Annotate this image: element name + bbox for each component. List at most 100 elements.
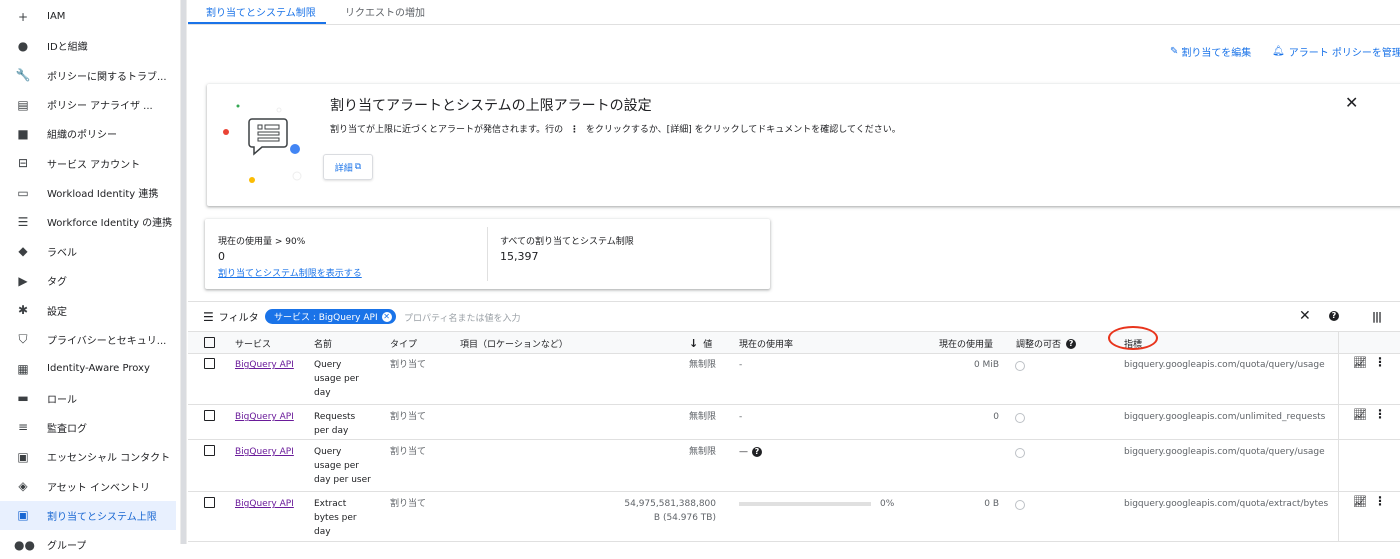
monitoring-chart-icon[interactable]: 📈︎: [1353, 495, 1367, 508]
service-link[interactable]: BigQuery API: [235, 410, 294, 424]
sidebar-item[interactable]: ◈ アセット インベントリ: [0, 472, 176, 501]
sidebar-item[interactable]: ▤ ポリシー アナライザ ...: [0, 90, 176, 119]
table-row: BigQuery API Query usage per day per user 割り…: [188, 439, 1400, 492]
filter-input[interactable]: プロパティ名または値を入力: [404, 311, 520, 324]
sidebar-item-label: 割り当てとシステム上限: [47, 511, 157, 523]
adjustable-indicator: [1015, 500, 1025, 510]
arrow-downward-icon: ↓: [689, 337, 699, 350]
sidebar-item[interactable]: ▣ エッセンシャル コンタクト: [0, 442, 176, 471]
quota-value: 無制限: [688, 447, 716, 457]
tab-quotas-system-limits[interactable]: 割り当てとシステム制限: [206, 4, 316, 19]
person-add-icon: +: [17, 9, 29, 24]
banner-title: 割り当てアラートとシステムの上限アラートの設定: [330, 98, 652, 114]
quota-value: 無制限: [688, 412, 716, 422]
metric-name: bigquery.googleapis.com/quota/query/usag…: [1124, 360, 1325, 370]
sidebar-scrollbar-thumb[interactable]: [181, 0, 186, 544]
sidebar-item[interactable]: ▣ 割り当てとシステム上限: [0, 500, 176, 530]
bell-alert-icon: 🔔︎: [1272, 46, 1285, 57]
sidebar-item[interactable]: ■ 組織のポリシー: [0, 119, 176, 148]
quota-icon: ▣: [17, 508, 29, 523]
manage-alert-policy-link[interactable]: 🔔︎ アラート ポリシーを管理: [1272, 44, 1400, 59]
row-checkbox[interactable]: [204, 497, 215, 508]
row-checkbox[interactable]: [204, 445, 215, 456]
sidebar-item[interactable]: ▬ ロール: [0, 384, 176, 413]
column-divider: [1338, 332, 1339, 353]
label-icon: ◆: [18, 244, 28, 259]
adjustable-indicator: [1015, 448, 1025, 458]
close-icon[interactable]: ✕: [1345, 93, 1358, 112]
quota-type: 割り当て: [390, 412, 427, 422]
help-icon[interactable]: ?: [1329, 311, 1339, 321]
sidebar-item[interactable]: ✱ 設定: [0, 296, 176, 325]
column-header-service[interactable]: サービス: [235, 337, 271, 350]
column-header-dimension[interactable]: 項目（ロケーションなど）: [460, 337, 568, 350]
table-header: サービス 名前 タイプ 項目（ロケーションなど） ↓ 値 現在の使用率 現在の使用…: [188, 331, 1400, 354]
select-all-checkbox[interactable]: [204, 337, 215, 348]
adjustable-indicator: [1015, 413, 1025, 423]
sidebar-item[interactable]: ▭ Workload Identity 連携: [0, 178, 176, 207]
column-header-usage[interactable]: 現在の使用量: [939, 337, 993, 350]
service-link[interactable]: BigQuery API: [235, 358, 294, 372]
view-quotas-link[interactable]: 割り当てとシステム制限を表示する: [218, 266, 362, 279]
filter-chip-service[interactable]: サービス : BigQuery API ✕: [265, 309, 396, 324]
more-vert-icon[interactable]: ⋮: [1374, 407, 1386, 421]
workforce-identity-icon: ☰: [17, 214, 29, 229]
table-row: BigQuery API Extract bytes per day 割り当て 54,97…: [188, 491, 1400, 542]
monitoring-chart-icon[interactable]: 📈︎: [1353, 408, 1367, 421]
more-vert-icon[interactable]: ⋮: [1374, 355, 1386, 369]
edit-quota-link[interactable]: ✎ 割り当てを編集: [1170, 44, 1251, 59]
more-vert-icon[interactable]: ⋮: [1374, 494, 1386, 508]
column-header-adjustable[interactable]: 調整の可否?: [1016, 337, 1077, 350]
sidebar-item[interactable]: ▶ タグ: [0, 266, 176, 295]
sidebar-item[interactable]: ☰ Workforce Identity の連携: [0, 207, 176, 236]
usage-progress-bar: [739, 502, 871, 506]
service-link[interactable]: BigQuery API: [235, 497, 294, 511]
help-icon[interactable]: ?: [1066, 338, 1077, 349]
column-divider: [1338, 404, 1339, 439]
sidebar-item-label: プライバシーとセキュリ...: [47, 335, 167, 347]
sidebar-item[interactable]: ▦ Identity-Aware Proxy: [0, 354, 176, 383]
sidebar-item[interactable]: 🔧 ポリシーに関するトラブ...: [0, 61, 176, 90]
wrench-icon: 🔧: [15, 68, 31, 83]
row-checkbox[interactable]: [204, 410, 215, 421]
quota-name: Requests per day: [314, 412, 356, 436]
metric-name: bigquery.googleapis.com/quota/extract/by…: [1124, 499, 1329, 509]
sidebar-item[interactable]: ⛉ プライバシーとセキュリ...: [0, 325, 176, 354]
tab-bar: 割り当てとシステム制限 リクエストの増加: [188, 0, 1400, 25]
sidebar-item-label: アセット インベントリ: [47, 482, 150, 494]
sidebar-item[interactable]: + IAM: [0, 2, 176, 31]
column-header-type[interactable]: タイプ: [390, 337, 417, 350]
column-header-value[interactable]: ↓ 値: [689, 337, 712, 350]
policy-analyzer-icon: ▤: [17, 97, 29, 112]
help-icon[interactable]: ?: [752, 447, 762, 457]
banner-description: 割り当てが上限に近づくとアラートが発信されます。行の ⋮ をクリックするか、[詳…: [330, 125, 901, 135]
sidebar-item-label: ポリシー アナライザ ...: [47, 101, 153, 113]
column-header-name[interactable]: 名前: [314, 337, 332, 350]
quota-value: 54,975,581,388,800 B (54.976 TB): [624, 499, 716, 523]
service-link[interactable]: BigQuery API: [235, 445, 294, 459]
monitoring-chart-icon[interactable]: 📈︎: [1353, 356, 1367, 369]
filter-button[interactable]: ☰ フィルタ: [203, 309, 259, 325]
account-circle-icon: ●: [17, 38, 29, 53]
column-display-icon[interactable]: |||: [1372, 310, 1382, 323]
chip-close-icon[interactable]: ✕: [381, 311, 392, 322]
usage-summary-card: 現在の使用量 > 90% 0 割り当てとシステム制限を表示する すべての割り当て…: [205, 219, 770, 289]
sidebar-item-label: 組織のポリシー: [47, 130, 117, 142]
column-header-usage-rate[interactable]: 現在の使用率: [739, 337, 793, 350]
row-checkbox[interactable]: [204, 358, 215, 369]
sidebar-item[interactable]: ≡ 監査ログ: [0, 413, 176, 442]
sidebar-item-label: Workload Identity 連携: [47, 189, 159, 201]
shield-icon: ⛉: [18, 331, 28, 346]
sidebar-item[interactable]: ◆ ラベル: [0, 237, 176, 266]
sidebar-item[interactable]: ●● グループ: [0, 530, 176, 559]
sidebar-item[interactable]: ⊟ サービス アカウント: [0, 149, 176, 178]
sidebar-item[interactable]: ● IDと組織: [0, 31, 176, 60]
open-in-new-icon: ⧉: [354, 162, 362, 172]
clear-filter-icon[interactable]: ✕: [1299, 308, 1311, 324]
tab-increase-requests[interactable]: リクエストの増加: [345, 4, 425, 19]
quota-name: Query usage per day: [314, 360, 359, 398]
quota-value: 無制限: [688, 360, 716, 370]
details-button[interactable]: 詳細 ⧉: [323, 154, 373, 180]
current-usage: 0: [993, 412, 999, 422]
quota-type: 割り当て: [390, 447, 427, 457]
